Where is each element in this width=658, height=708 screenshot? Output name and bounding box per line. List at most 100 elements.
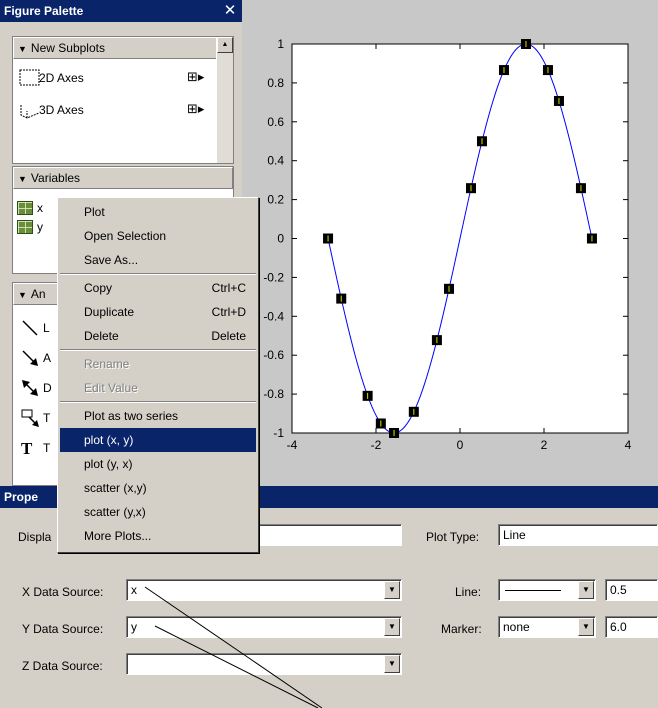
annotation-text-box-item[interactable]: T T — [21, 439, 50, 459]
plot-type-select[interactable]: Line — [498, 524, 658, 546]
menu-item-label: plot (x, y) — [84, 433, 134, 447]
menu-item-rename: Rename — [60, 352, 256, 376]
menu-item-shortcut: Delete — [211, 329, 246, 343]
add-2d-axes-item[interactable]: 2D Axes ⊞▸ — [13, 63, 233, 91]
y-tick-label: 0.2 — [267, 193, 284, 207]
menu-separator — [60, 273, 256, 275]
close-icon[interactable]: ✕ — [220, 1, 240, 21]
2d-axes-icon — [19, 69, 40, 86]
menu-item-label: scatter (y,x) — [84, 505, 146, 519]
solid-line-icon — [505, 590, 561, 591]
menu-item-label: scatter (x,y) — [84, 481, 147, 495]
y-tick-label: 0.6 — [267, 115, 284, 129]
dropdown-arrow-icon[interactable]: ▼ — [384, 618, 400, 636]
marker-label: Marker: — [441, 622, 482, 636]
x-data-source-select[interactable]: x ▼ — [126, 579, 402, 601]
menu-item-scatter-x-y[interactable]: scatter (x,y) — [60, 476, 256, 500]
display-name-label: Displa — [18, 530, 52, 544]
line-label: Line: — [455, 585, 482, 599]
menu-item-open-selection[interactable]: Open Selection — [60, 224, 256, 248]
menu-item-plot-as-two-series[interactable]: Plot as two series — [60, 404, 256, 428]
menu-item-duplicate[interactable]: Duplicate Ctrl+D — [60, 300, 256, 324]
menu-item-label: Save As... — [84, 253, 139, 267]
menu-item-plot[interactable]: Plot — [60, 200, 256, 224]
subplot-grid-icon[interactable]: ⊞▸ — [187, 70, 204, 83]
menu-item-delete[interactable]: Delete Delete — [60, 324, 256, 348]
menu-item-edit-value: Edit Value — [60, 376, 256, 400]
y-tick-label: 0 — [277, 232, 284, 246]
menu-item-label: Rename — [84, 357, 130, 371]
y-tick-label: -0.8 — [263, 387, 284, 401]
menu-item-save-as[interactable]: Save As... — [60, 248, 256, 272]
y-tick-label: 0.8 — [267, 76, 284, 90]
menu-item-copy[interactable]: Copy Ctrl+C — [60, 276, 256, 300]
plot-type-label: Plot Type: — [426, 530, 480, 544]
line-style-select[interactable]: ▼ — [498, 579, 596, 601]
y-tick-label: 0.4 — [267, 154, 284, 168]
context-menu: Plot Open Selection Save As... Copy Ctrl+C Du… — [57, 197, 259, 553]
menu-item-shortcut: Ctrl+C — [211, 281, 246, 295]
line-width-select[interactable]: 0.5 — [605, 579, 658, 601]
menu-item-label: Open Selection — [84, 229, 167, 243]
annotation-arrow-item[interactable]: A — [21, 349, 51, 370]
palette-scrollbar[interactable]: ▲ — [216, 37, 233, 163]
y-tick-label: -0.2 — [263, 270, 284, 284]
subplot-grid-icon[interactable]: ⊞▸ — [187, 102, 204, 115]
y-tick-label: -0.4 — [263, 309, 284, 323]
marker-select[interactable]: none ▼ — [498, 616, 596, 638]
new-subplots-header[interactable]: ▼ New Subplots — [13, 37, 233, 59]
menu-item-label: Copy — [84, 281, 113, 295]
add-3d-axes-item[interactable]: 3D Axes ⊞▸ — [13, 95, 233, 123]
dropdown-arrow-icon[interactable]: ▼ — [384, 655, 400, 673]
menu-item-label: Delete — [84, 329, 119, 343]
annotation-text-arrow-item[interactable]: T — [21, 409, 50, 430]
menu-item-shortcut: Ctrl+D — [211, 305, 246, 319]
plot-axes[interactable]: 1 0.8 0.6 0.4 0.2 0 -0.2 -0.4 -0.6 -0.8 -1-4 -2 0 2 4 — [242, 0, 658, 486]
dropdown-arrow-icon[interactable]: ▼ — [578, 581, 594, 599]
text-box-icon: T — [21, 439, 33, 458]
menu-separator — [60, 401, 256, 403]
arrow-icon — [22, 350, 38, 366]
x-tick-label: -4 — [287, 438, 298, 452]
variable-matrix-icon — [17, 201, 33, 215]
marker-size-select[interactable]: 6.0 — [605, 616, 658, 638]
double-arrow-icon — [22, 380, 38, 396]
y-tick-label: -0.6 — [263, 348, 284, 362]
new-subplots-panel: ▼ New Subplots 2D Axes ⊞▸ 3D Axes ⊞▸ — [12, 36, 234, 164]
variable-matrix-icon — [17, 220, 33, 234]
scroll-up-icon[interactable]: ▲ — [217, 37, 233, 53]
x-tick-label: 4 — [625, 438, 632, 452]
menu-item-label: Duplicate — [84, 305, 135, 319]
menu-item-scatter-y-x[interactable]: scatter (y,x) — [60, 500, 256, 524]
annotation-line-item[interactable]: L — [21, 319, 50, 340]
text-arrow-icon — [21, 409, 39, 427]
menu-item-label: plot (y, x) — [84, 457, 133, 471]
3d-axes-icon — [20, 105, 40, 119]
z-data-source-select[interactable]: ▼ — [126, 653, 402, 675]
palette-title: Figure Palette — [0, 0, 242, 22]
menu-item-more-plots[interactable]: More Plots... — [60, 524, 256, 548]
menu-item-plot-y-x[interactable]: plot (y, x) — [60, 452, 256, 476]
line-icon — [22, 320, 38, 336]
y-tick-label: -1 — [273, 426, 284, 440]
z-data-source-label: Z Data Source: — [22, 659, 103, 673]
y-data-source-label: Y Data Source: — [22, 622, 104, 636]
display-name-field[interactable] — [250, 524, 402, 546]
y-tick-label: 1 — [277, 37, 284, 51]
callout-line — [144, 586, 323, 708]
menu-item-label: Edit Value — [84, 381, 138, 395]
annotation-double-arrow-item[interactable]: D — [21, 379, 52, 400]
collapse-triangle-icon: ▼ — [18, 174, 27, 184]
collapse-triangle-icon: ▼ — [18, 290, 27, 300]
dropdown-arrow-icon[interactable]: ▼ — [384, 581, 400, 599]
variables-header[interactable]: ▼ Variables — [13, 167, 233, 189]
y-data-source-select[interactable]: y ▼ — [126, 616, 402, 638]
x-data-source-label: X Data Source: — [22, 585, 104, 599]
menu-item-plot-x-y[interactable]: plot (x, y) — [60, 428, 256, 452]
x-tick-label: 2 — [541, 438, 548, 452]
menu-item-label: More Plots... — [84, 529, 152, 543]
x-tick-label: -2 — [371, 438, 382, 452]
collapse-triangle-icon: ▼ — [18, 44, 27, 54]
menu-item-label: Plot — [84, 205, 105, 219]
dropdown-arrow-icon[interactable]: ▼ — [578, 618, 594, 636]
